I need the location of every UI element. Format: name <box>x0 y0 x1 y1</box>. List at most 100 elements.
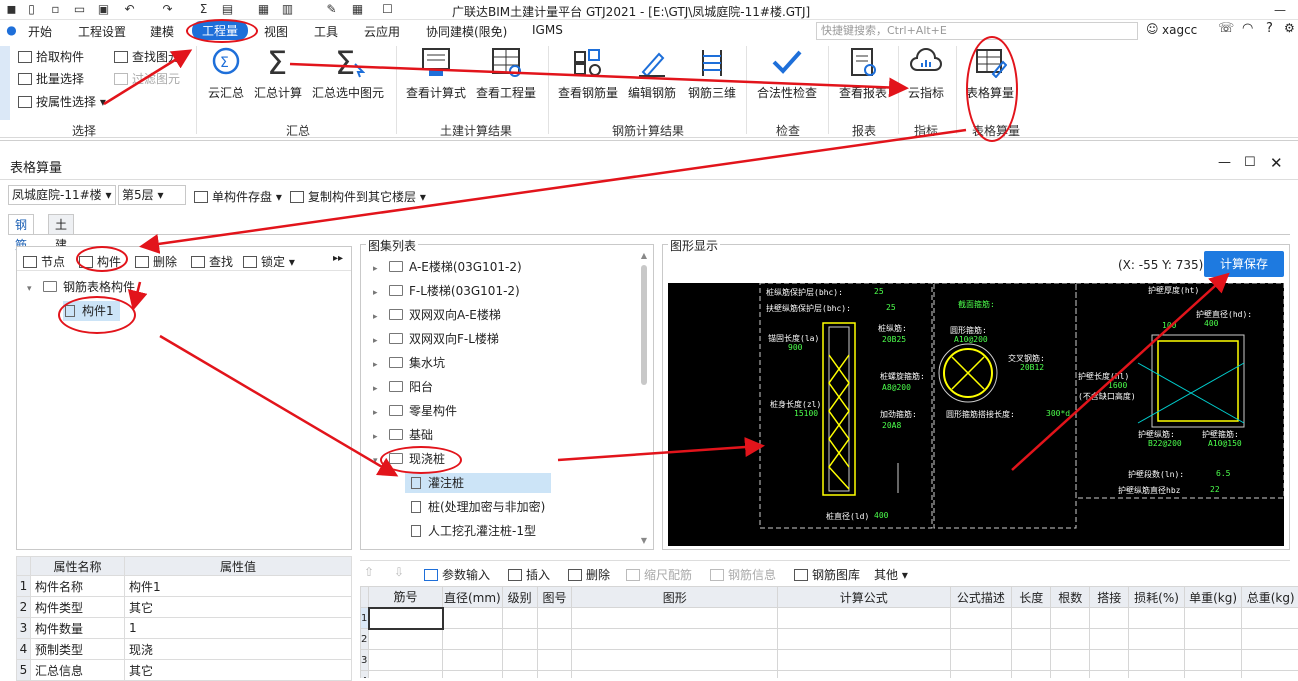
more-icon[interactable]: ▸▸ <box>333 253 343 264</box>
param-input-button[interactable]: 参数输入 <box>424 566 490 583</box>
atlas-item[interactable]: ▸阳台 <box>373 377 433 399</box>
cad-label: 桩直径(ld) <box>826 511 869 522</box>
avatar[interactable]: ☺ <box>1146 22 1159 36</box>
view-rebar-button[interactable]: 查看钢筋量 <box>558 46 618 101</box>
table-row[interactable]: 2构件类型其它 <box>17 597 352 618</box>
tab-rebar[interactable]: 钢筋 <box>8 214 34 234</box>
pick-component-button[interactable]: 拾取构件 <box>18 48 84 65</box>
calc-save-button[interactable]: 计算保存 <box>1204 251 1284 277</box>
atlas-child-item[interactable]: 灌注桩 <box>405 473 551 493</box>
rebar-library-button[interactable]: 钢筋图库 <box>794 566 860 583</box>
cloud-index-button[interactable]: 云指标 <box>904 46 948 101</box>
menu-modeling[interactable]: 建模 <box>150 23 174 40</box>
cloud-summary-button[interactable]: Σ 云汇总 <box>206 46 246 101</box>
atlas-item[interactable]: ▸F-L楼梯(03G101-2) <box>373 281 520 303</box>
headset-icon[interactable]: ◠ <box>1242 21 1253 36</box>
other-button[interactable]: 其他 ▾ <box>874 566 908 583</box>
delete-row-button[interactable]: 删除 <box>568 566 610 583</box>
panel-close-icon[interactable]: ✕ <box>1270 154 1283 172</box>
view-report-button[interactable]: 查看报表 <box>838 46 888 101</box>
panel-maximize-icon[interactable]: ☐ <box>1244 155 1256 170</box>
find-element-button[interactable]: 查找图元 <box>114 48 180 65</box>
atlas-item[interactable]: ▸零星构件 <box>373 401 457 423</box>
floor-select[interactable]: 第5层 ▾ <box>118 185 186 205</box>
atlas-child-item[interactable]: 人工挖孔灌注桩-1型 <box>411 521 536 541</box>
legality-check-button[interactable]: 合法性检查 <box>756 46 818 101</box>
delete-button[interactable]: 删除 <box>135 253 177 270</box>
table-row[interactable]: 3构件数量1 <box>17 618 352 639</box>
table-row[interactable]: 1 <box>361 608 1298 629</box>
chat-icon[interactable]: ☏ <box>1218 21 1234 36</box>
table-row[interactable]: 3 <box>361 650 1298 671</box>
grid-icon[interactable]: ▦ <box>256 2 271 17</box>
node-button[interactable]: 节点 <box>23 253 65 270</box>
table-row[interactable]: 1构件名称构件1 <box>17 576 352 597</box>
table-row[interactable]: 2 <box>361 629 1298 650</box>
ribbon-side-tab[interactable] <box>0 46 10 120</box>
menu-tools[interactable]: 工具 <box>314 23 338 40</box>
new-icon[interactable]: ▫ <box>48 2 63 17</box>
sum-icon[interactable]: Σ <box>196 2 211 17</box>
scale-rebar-button[interactable]: 缩尺配筋 <box>626 566 692 583</box>
table-row[interactable]: 5汇总信息其它 <box>17 660 352 681</box>
new-file-icon[interactable]: ▯ <box>24 2 39 17</box>
copy-to-floor-button[interactable]: 复制构件到其它楼层 ▾ <box>290 188 426 205</box>
rebar-info-button[interactable]: 钢筋信息 <box>710 566 776 583</box>
open-folder-icon[interactable]: ▭ <box>72 2 87 17</box>
move-up-icon[interactable]: ⇧ <box>364 565 374 579</box>
lock-button[interactable]: 锁定 ▾ <box>243 253 295 270</box>
menu-start[interactable]: 开始 <box>28 23 52 40</box>
view-formula-button[interactable]: 查看计算式 <box>406 46 466 101</box>
report-icon[interactable]: ▤ <box>220 2 235 17</box>
cad-canvas[interactable]: 桩纵筋保护层(bhc):25 扶壁纵筋保护层(bhc):25 锚固长度(la)9… <box>668 283 1284 546</box>
redo-icon[interactable]: ↷ <box>160 2 175 17</box>
menu-view[interactable]: 视图 <box>264 23 288 40</box>
atlas-item[interactable]: ▸双网双向F-L楼梯 <box>373 329 499 351</box>
find-button[interactable]: 查找 <box>191 253 233 270</box>
select-by-attr-button[interactable]: 按属性选择 ▾ <box>18 93 106 110</box>
checkmark-icon <box>770 46 804 78</box>
atlas-item[interactable]: ▸集水坑 <box>373 353 445 375</box>
panel-minimize-icon[interactable]: — <box>1218 155 1231 170</box>
atlas-child-item[interactable]: 桩(处理加密与非加密) <box>411 497 545 517</box>
minimize-icon[interactable]: — <box>1272 2 1288 18</box>
atlas-item[interactable]: ▸基础 <box>373 425 433 447</box>
batch-select-button[interactable]: 批量选择 <box>18 70 84 87</box>
single-save-button[interactable]: 单构件存盘 ▾ <box>194 188 282 205</box>
menu-collab[interactable]: 协同建模(限免) <box>426 23 507 40</box>
table-row[interactable]: 4 <box>361 671 1298 679</box>
menu-project-settings[interactable]: 工程设置 <box>78 23 126 40</box>
view-quantity-button[interactable]: 查看工程量 <box>476 46 536 101</box>
rebar-icon[interactable]: ▦ <box>350 2 365 17</box>
search-input[interactable]: 快捷键搜索，Ctrl+Alt+E <box>816 22 1138 40</box>
move-down-icon[interactable]: ⇩ <box>394 565 404 579</box>
group-summary: 汇总 <box>286 122 310 139</box>
tab-civil[interactable]: 土建 <box>48 214 74 234</box>
check-icon[interactable]: ☐ <box>380 2 395 17</box>
properties-table: 属性名称属性值 1构件名称构件1 2构件类型其它 3构件数量1 4预制类型现浇 … <box>16 556 352 681</box>
menu-igms[interactable]: IGMS <box>532 23 563 37</box>
filter-element-button[interactable]: 过滤图元 <box>114 70 180 87</box>
insert-button[interactable]: 插入 <box>508 566 550 583</box>
project-select[interactable]: 凤城庭院-11#楼 ▾ <box>8 185 116 205</box>
atlas-item[interactable]: ▸双网双向A-E楼梯 <box>373 305 501 327</box>
atlas-scrollbar[interactable] <box>641 265 647 385</box>
username[interactable]: xagcc <box>1162 23 1197 37</box>
edit-rebar-button[interactable]: 编辑钢筋 <box>626 46 678 101</box>
summary-selected-button[interactable]: Σ 汇总选中图元 <box>312 46 384 101</box>
summary-calc-button[interactable]: Σ 汇总计算 <box>254 46 302 101</box>
table-icon[interactable]: ▥ <box>280 2 295 17</box>
edit-icon[interactable]: ✎ <box>324 2 339 17</box>
tree-root[interactable]: ▾钢筋表格构件 <box>27 277 135 299</box>
group-check: 检查 <box>776 122 800 139</box>
scroll-up-icon[interactable]: ▲ <box>641 251 647 260</box>
save-icon[interactable]: ▣ <box>96 2 111 17</box>
scroll-down-icon[interactable]: ▼ <box>641 536 647 545</box>
menu-cloud[interactable]: 云应用 <box>364 23 400 40</box>
atlas-item[interactable]: ▸A-E楼梯(03G101-2) <box>373 257 522 279</box>
help-icon[interactable]: ? <box>1266 21 1273 36</box>
rebar-3d-button[interactable]: 钢筋三维 <box>686 46 738 101</box>
table-row[interactable]: 4预制类型现浇 <box>17 639 352 660</box>
settings-icon[interactable]: ⚙ <box>1284 21 1295 35</box>
undo-icon[interactable]: ↶ <box>122 2 137 17</box>
